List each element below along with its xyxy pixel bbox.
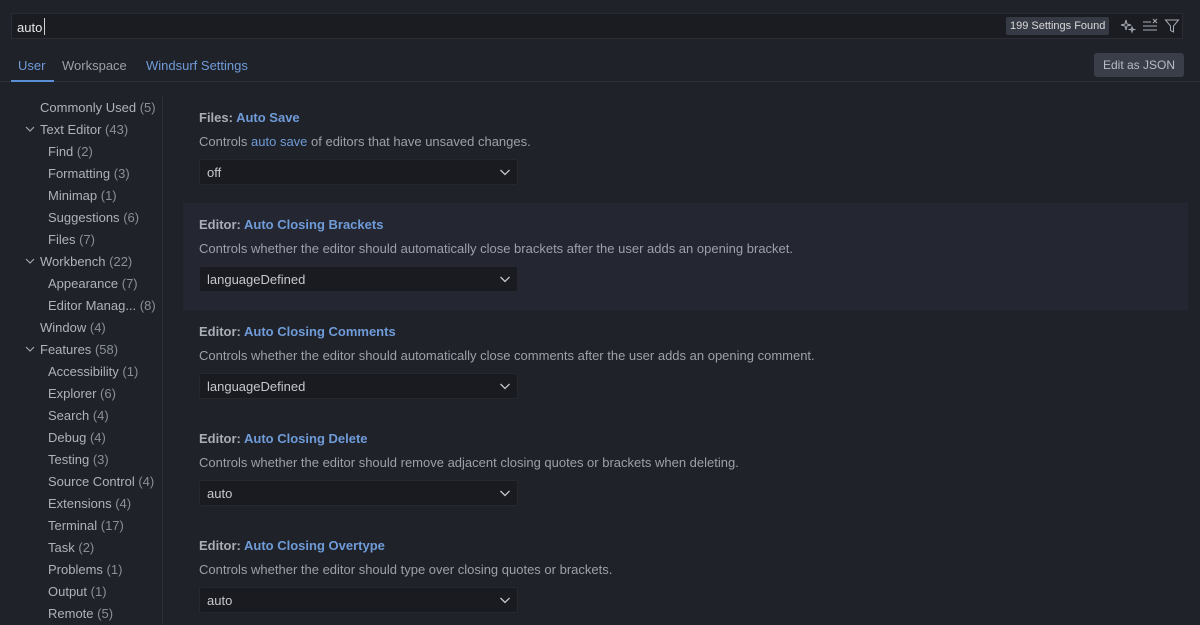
chevron-down-icon[interactable] xyxy=(24,339,36,361)
setting-title: Editor: Auto Closing Comments xyxy=(199,324,396,339)
toc-item-remote[interactable]: Remote (5) xyxy=(48,603,113,625)
toc-item-debug[interactable]: Debug (4) xyxy=(48,427,106,449)
active-tab-indicator xyxy=(11,80,54,82)
tab-user[interactable]: User xyxy=(18,58,45,73)
toc-item-extensions[interactable]: Extensions (4) xyxy=(48,493,131,515)
auto-closing-brackets-dropdown[interactable]: languageDefined xyxy=(199,266,518,292)
toc-item-workbench[interactable]: Workbench (22) xyxy=(40,251,132,273)
toc-item-suggestions[interactable]: Suggestions (6) xyxy=(48,207,139,229)
toc-item-testing[interactable]: Testing (3) xyxy=(48,449,109,471)
auto-save-dropdown[interactable]: off xyxy=(199,159,518,185)
toc-item-commonly-used[interactable]: Commonly Used (5) xyxy=(40,97,156,119)
toc-item-minimap[interactable]: Minimap (1) xyxy=(48,185,117,207)
auto-closing-delete-dropdown[interactable]: auto xyxy=(199,480,518,506)
toc-item-editor-management[interactable]: Editor Manag... (8) xyxy=(48,295,156,317)
toc-item-find[interactable]: Find (2) xyxy=(48,141,93,163)
setting-editor-auto-closing-overtype: Editor: Auto Closing Overtype Controls w… xyxy=(183,524,1188,625)
vertical-scrollbar[interactable] xyxy=(1188,96,1200,625)
toc-item-files[interactable]: Files (7) xyxy=(48,229,95,251)
setting-editor-auto-closing-delete: Editor: Auto Closing Delete Controls whe… xyxy=(183,417,1188,524)
setting-title: Files: Auto Save xyxy=(199,110,300,125)
toc-item-output[interactable]: Output (1) xyxy=(48,581,107,603)
setting-description: Controls whether the editor should autom… xyxy=(199,348,815,363)
setting-title: Editor: Auto Closing Brackets xyxy=(199,217,384,232)
toc-item-source-control[interactable]: Source Control (4) xyxy=(48,471,154,493)
results-count-badge: 199 Settings Found xyxy=(1006,17,1110,35)
edit-as-json-button[interactable]: Edit as JSON xyxy=(1094,53,1184,77)
toc-item-text-editor[interactable]: Text Editor (43) xyxy=(40,119,128,141)
toc-item-appearance[interactable]: Appearance (7) xyxy=(48,273,138,295)
toc-item-window[interactable]: Window (4) xyxy=(40,317,106,339)
settings-list: Files: Auto Save Controls auto save of e… xyxy=(183,96,1188,625)
toc-item-terminal[interactable]: Terminal (17) xyxy=(48,515,124,537)
toc-item-problems[interactable]: Problems (1) xyxy=(48,559,122,581)
toc-item-accessibility[interactable]: Accessibility (1) xyxy=(48,361,138,383)
toc-item-formatting[interactable]: Formatting (3) xyxy=(48,163,130,185)
toc-item-search[interactable]: Search (4) xyxy=(48,405,109,427)
setting-description: Controls whether the editor should remov… xyxy=(199,455,739,470)
tab-workspace[interactable]: Workspace xyxy=(62,58,127,73)
setting-description: Controls whether the editor should type … xyxy=(199,562,613,577)
settings-search-input[interactable] xyxy=(17,17,967,37)
settings-scope-tabs: User Workspace Windsurf Settings xyxy=(0,50,1200,82)
chevron-down-icon xyxy=(499,273,511,285)
tab-windsurf-settings[interactable]: Windsurf Settings xyxy=(146,58,248,73)
chevron-down-icon xyxy=(499,487,511,499)
auto-closing-overtype-dropdown[interactable]: auto xyxy=(199,587,518,613)
toc-item-explorer[interactable]: Explorer (6) xyxy=(48,383,116,405)
auto-closing-comments-dropdown[interactable]: languageDefined xyxy=(199,373,518,399)
toc-item-features[interactable]: Features (58) xyxy=(40,339,118,361)
description-link[interactable]: auto save xyxy=(251,134,307,149)
clear-filter-icon[interactable] xyxy=(1142,18,1158,34)
sparkle-icon[interactable] xyxy=(1120,18,1137,34)
chevron-down-icon xyxy=(499,380,511,392)
text-caret xyxy=(44,18,45,35)
setting-editor-auto-closing-comments: Editor: Auto Closing Comments Controls w… xyxy=(183,310,1188,417)
setting-title: Editor: Auto Closing Overtype xyxy=(199,538,385,553)
setting-description: Controls auto save of editors that have … xyxy=(199,134,531,149)
setting-editor-auto-closing-brackets: Editor: Auto Closing Brackets Controls w… xyxy=(183,203,1188,310)
chevron-down-icon[interactable] xyxy=(24,251,36,273)
toc-item-task[interactable]: Task (2) xyxy=(48,537,94,559)
setting-files-auto-save: Files: Auto Save Controls auto save of e… xyxy=(183,96,1188,203)
setting-title: Editor: Auto Closing Delete xyxy=(199,431,368,446)
settings-search-bar: 199 Settings Found xyxy=(11,13,1183,39)
chevron-down-icon xyxy=(499,594,511,606)
chevron-down-icon[interactable] xyxy=(24,119,36,141)
chevron-down-icon xyxy=(499,166,511,178)
setting-description: Controls whether the editor should autom… xyxy=(199,241,794,256)
settings-toc: Commonly Used (5) Text Editor (43) Find … xyxy=(0,96,163,625)
filter-icon[interactable] xyxy=(1164,18,1180,34)
